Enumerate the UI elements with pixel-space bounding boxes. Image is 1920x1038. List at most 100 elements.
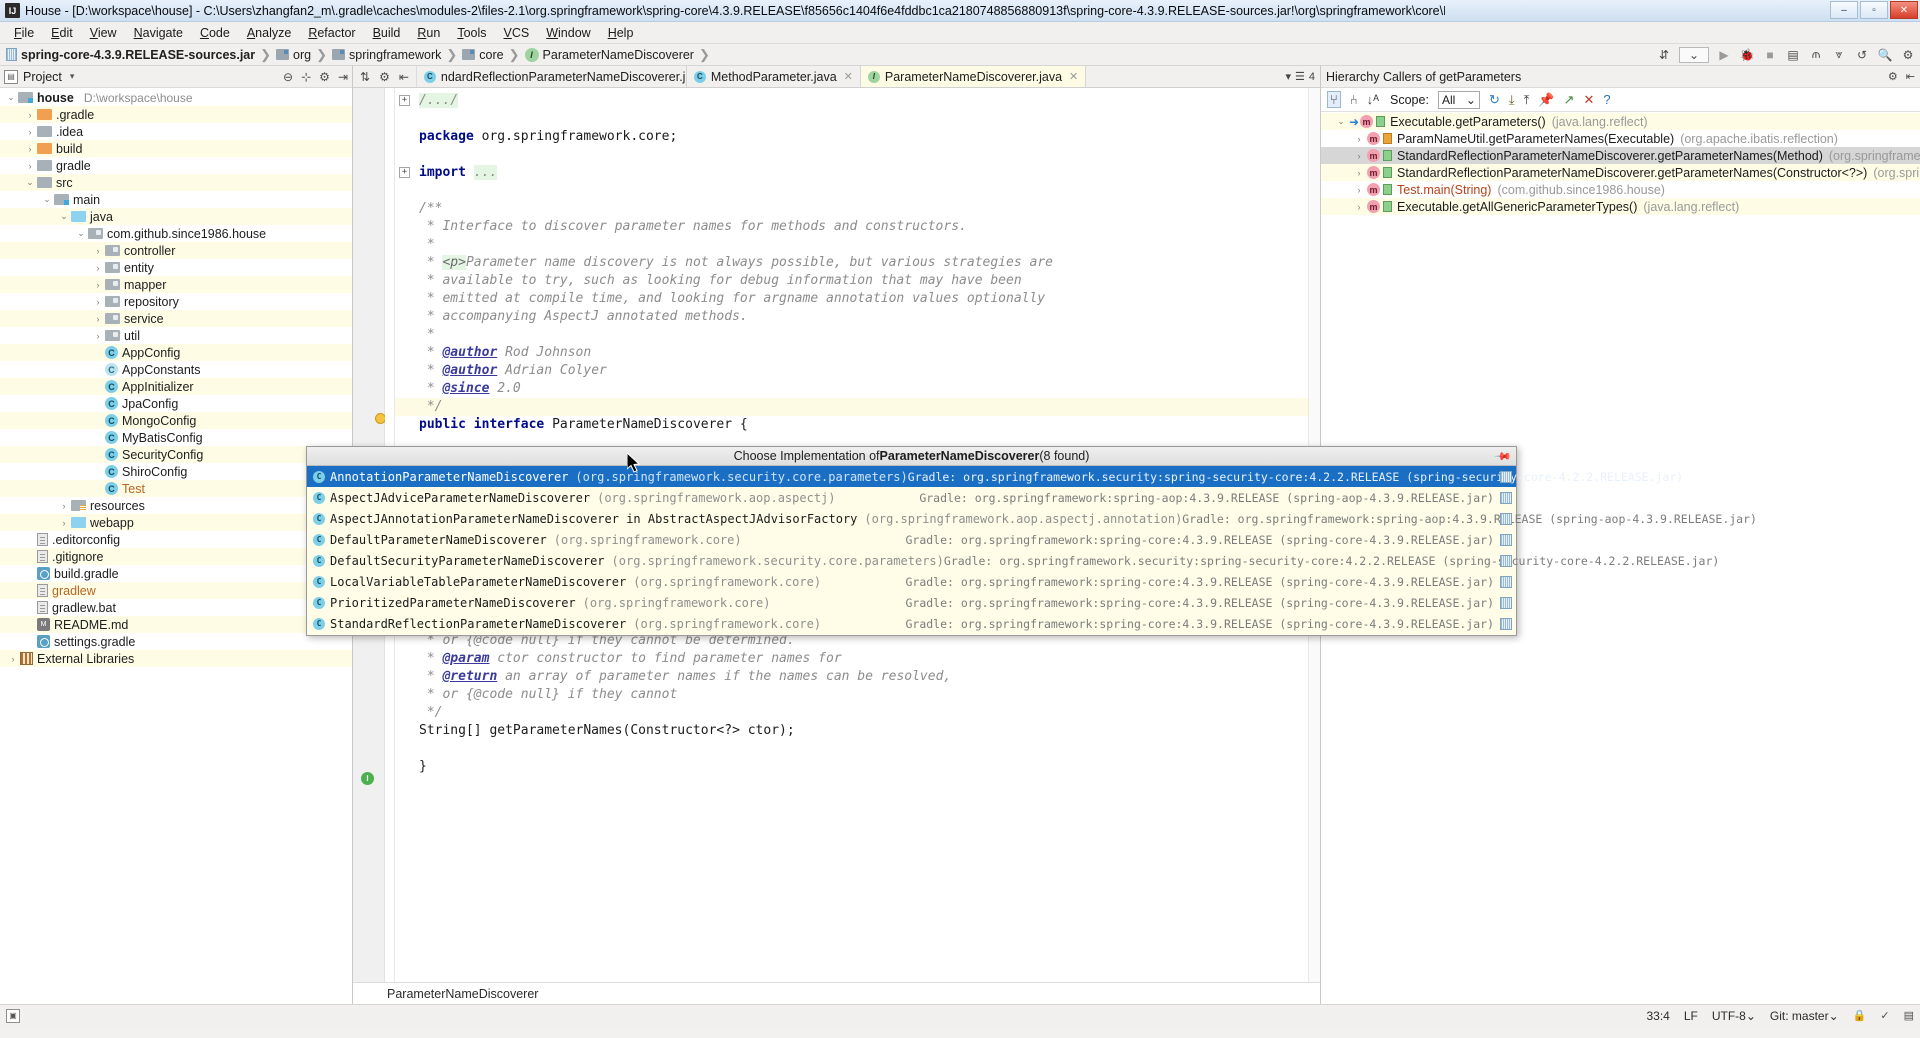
tree-row[interactable]: › mapper [0, 276, 352, 293]
chevron-right-icon[interactable]: › [91, 331, 105, 341]
tree-spacer[interactable]: › [23, 637, 37, 647]
menu-item-build[interactable]: Build [365, 24, 409, 42]
gear-icon[interactable]: ⚙ [319, 70, 330, 84]
stop-icon[interactable]: ■ [1762, 47, 1778, 63]
hierarchy-row[interactable]: › m StandardReflectionParameterNameDiscove… [1321, 164, 1920, 181]
hide-icon[interactable]: ⇤ [1906, 70, 1915, 83]
tree-row[interactable]: › util [0, 327, 352, 344]
terminal-icon[interactable]: ▣ [6, 1008, 20, 1023]
tree-row[interactable]: › controller [0, 242, 352, 259]
editor-tabs[interactable]: CndardReflectionParameterNameDiscoverer.… [416, 66, 1320, 87]
chevron-right-icon[interactable]: › [1351, 168, 1367, 178]
breadcrumb[interactable]: spring-core-4.3.9.RELEASE-sources.jar ❯ or… [6, 47, 715, 63]
hierarchy-row[interactable]: › m ParamNameUtil.getParameterNames(Execut… [1321, 130, 1920, 147]
minimize-button[interactable]: – [1830, 1, 1858, 19]
tree-row[interactable]: ⌄ com.github.since1986.house [0, 225, 352, 242]
chevron-down-icon[interactable]: ⌄ [40, 194, 54, 205]
refresh-icon[interactable]: ↻ [1489, 92, 1500, 108]
chevron-right-icon[interactable]: › [91, 297, 105, 307]
tree-spacer[interactable]: › [91, 365, 105, 375]
hierarchy-row[interactable]: ⌄ ➜ m Executable.getParameters() (java.lang.… [1321, 113, 1920, 130]
popup-list-item[interactable]: C DefaultParameterNameDiscoverer (org.spri… [307, 529, 1516, 550]
sort-icon[interactable]: ⇅ [360, 70, 370, 84]
tree-row[interactable]: ›CShiroConfig [0, 463, 352, 480]
chevron-right-icon[interactable]: › [91, 263, 105, 273]
tree-spacer[interactable]: › [91, 450, 105, 460]
popup-list-item[interactable]: C StandardReflectionParameterNameDiscover… [307, 613, 1516, 634]
popup-list-item[interactable]: C AspectJAnnotationParameterNameDiscovere… [307, 508, 1757, 529]
editor-tab-1[interactable]: C MethodParameter.java ✕ [686, 66, 861, 87]
chevron-down-icon[interactable]: ⌄ [23, 177, 37, 188]
project-tree[interactable]: ⌄ house D:\workspace\house › .gradle › .idea › b… [0, 88, 352, 1004]
tree-row[interactable]: › .editorconfig [0, 531, 352, 548]
settings-icon[interactable]: ⚙ [1900, 47, 1916, 63]
tree-row[interactable]: › External Libraries [0, 650, 352, 667]
tree-spacer[interactable]: › [91, 399, 105, 409]
collapse-icon[interactable]: ⊖ [283, 70, 293, 84]
tree-row[interactable]: ⌄ src [0, 174, 352, 191]
tree-row[interactable]: › .idea [0, 123, 352, 140]
layout-icon[interactable]: ▤ [1785, 47, 1801, 63]
sort-alpha-icon[interactable]: ↓ᴬ [1367, 92, 1379, 107]
chevron-right-icon[interactable]: › [23, 161, 37, 171]
popup-list-item[interactable]: C AspectJAdviceParameterNameDiscoverer (or… [307, 487, 1516, 508]
search-icon[interactable]: 🔍 [1877, 47, 1893, 63]
gear-icon[interactable]: ⚙ [379, 70, 390, 84]
tree-row[interactable]: › gradle [0, 157, 352, 174]
chevron-right-icon[interactable]: › [57, 518, 71, 528]
tree-spacer[interactable]: › [23, 586, 37, 596]
chevron-right-icon[interactable]: › [23, 110, 37, 120]
tab-close-icon[interactable]: ✕ [1069, 70, 1078, 83]
open-icon[interactable]: ↗ [1564, 92, 1575, 108]
menu-item-analyze[interactable]: Analyze [239, 24, 299, 42]
debug-icon[interactable]: 🐞 [1739, 47, 1755, 63]
close-icon[interactable]: ✕ [1583, 92, 1594, 108]
editor-tab-2[interactable]: I ParameterNameDiscoverer.java ✕ [860, 66, 1087, 87]
menu-item-run[interactable]: Run [409, 24, 448, 42]
hierarchy-row[interactable]: › m Test.main(String) (com.github.since1986… [1321, 181, 1920, 198]
menu-item-window[interactable]: Window [538, 24, 598, 42]
chevron-down-icon[interactable]: ⌄ [1333, 116, 1349, 127]
tree-spacer[interactable]: › [91, 433, 105, 443]
locate-icon[interactable]: ⇤ [399, 70, 409, 84]
git-branch[interactable]: Git: master⌄ [1770, 1009, 1839, 1023]
tree-row[interactable]: ›M README.md [0, 616, 352, 633]
hierarchy-row[interactable]: › m StandardReflectionParameterNameDiscove… [1321, 147, 1920, 164]
chevron-down-icon[interactable]: ▾ [1285, 70, 1291, 83]
export-icon[interactable]: ⤓ [1509, 92, 1515, 108]
popup-list-item[interactable]: C AnnotationParameterNameDiscoverer (org.s… [307, 466, 1683, 487]
tree-row[interactable]: › build [0, 140, 352, 157]
popup-list-item[interactable]: C LocalVariableTableParameterNameDiscover… [307, 571, 1516, 592]
tree-row[interactable]: ›C Test [0, 480, 352, 497]
tree-spacer[interactable]: › [23, 603, 37, 613]
chevron-right-icon[interactable]: › [91, 280, 105, 290]
tree-spacer[interactable]: › [91, 484, 105, 494]
menu-item-navigate[interactable]: Navigate [126, 24, 191, 42]
undo-icon[interactable]: ↺ [1854, 47, 1870, 63]
tree-row[interactable]: ⌄ main [0, 191, 352, 208]
choose-implementation-popup[interactable]: Choose Implementation of ParameterNameDi… [306, 446, 1757, 636]
tree-row[interactable]: ›C AppInitializer [0, 378, 352, 395]
chevron-right-icon[interactable]: › [6, 654, 20, 664]
chevron-down-icon[interactable]: ⌄ [4, 92, 18, 103]
profile-icon[interactable]: ⩔ [1831, 47, 1847, 63]
breadcrumb-item-0[interactable]: spring-core-4.3.9.RELEASE-sources.jar ❯ [6, 47, 276, 63]
tree-row[interactable]: › webapp [0, 514, 352, 531]
menu-item-vcs[interactable]: VCS [496, 24, 538, 42]
tab-close-icon[interactable]: ✕ [844, 70, 853, 83]
tree-row[interactable]: › repository [0, 293, 352, 310]
implemented-marker-icon-2[interactable]: I [361, 772, 374, 785]
menu-item-help[interactable]: Help [600, 24, 642, 42]
chevron-right-icon[interactable]: › [91, 246, 105, 256]
gear-icon[interactable]: ⚙ [1888, 70, 1898, 83]
hierarchy-row[interactable]: › m Executable.getAllGenericParameterTypes… [1321, 198, 1920, 215]
tree-row[interactable]: ›C MongoConfig [0, 412, 352, 429]
tree-row[interactable]: ›C MyBatisConfig [0, 429, 352, 446]
hide-icon[interactable]: ⇥ [338, 70, 348, 84]
caret-position[interactable]: 33:4 [1646, 1009, 1669, 1023]
tab-overflow[interactable]: ▾ ☰ 4 [1280, 66, 1320, 87]
chevron-right-icon[interactable]: › [1351, 134, 1367, 144]
tree-spacer[interactable]: › [91, 416, 105, 426]
pin-icon[interactable]: 📌 [1494, 447, 1513, 465]
tree-row[interactable]: › build.gradle [0, 565, 352, 582]
